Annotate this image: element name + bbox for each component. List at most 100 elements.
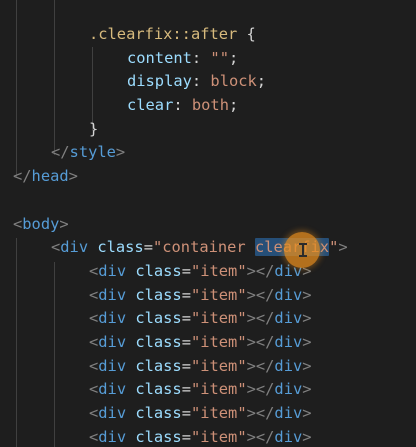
css-value: "": [210, 48, 229, 67]
tag-bracket: >: [302, 309, 312, 328]
code-line[interactable]: <div class="item"></div>: [0, 355, 416, 379]
tag-bracket: </: [255, 356, 275, 375]
tag-bracket: >: [59, 214, 69, 233]
attribute-name: class: [126, 427, 182, 446]
css-value: both: [191, 96, 229, 115]
tag-name: div: [274, 404, 303, 422]
attribute-value: "item": [190, 356, 247, 375]
code-line[interactable]: <div class="container clearfix">: [0, 236, 416, 260]
tag-bracket: </: [255, 380, 275, 399]
close-brace: }: [89, 119, 99, 138]
semicolon: ;: [228, 48, 239, 67]
quote: ": [329, 238, 339, 257]
tag-bracket: <: [89, 332, 99, 351]
tag-bracket: >: [338, 238, 348, 257]
tag-bracket: </: [255, 427, 275, 446]
code-line[interactable]: }: [0, 118, 416, 142]
attribute-name: class: [126, 380, 182, 399]
tag-bracket: >: [246, 380, 256, 399]
code-line[interactable]: <body>: [0, 213, 416, 237]
tag-bracket: >: [246, 332, 256, 351]
tag-bracket: >: [246, 309, 256, 328]
attribute-value: "item": [190, 285, 247, 304]
tag-bracket: <: [89, 356, 99, 375]
tag-bracket: <: [51, 238, 61, 257]
css-property: content: [127, 48, 192, 67]
tag-bracket: <: [13, 214, 23, 233]
tag-name: head: [31, 167, 69, 186]
tag-bracket: >: [246, 427, 256, 446]
attribute-value: "item": [190, 332, 247, 351]
code-line[interactable]: </head>: [0, 165, 416, 189]
text-cursor-icon: [299, 243, 307, 257]
equals-sign: =: [181, 285, 191, 304]
code-line[interactable]: .clearfix::after {: [0, 23, 416, 47]
tag-bracket: >: [115, 143, 126, 162]
tag-name: div: [274, 380, 303, 399]
code-line[interactable]: [0, 189, 416, 213]
tag-bracket: </: [255, 332, 275, 351]
code-line[interactable]: </style>: [0, 141, 416, 165]
tag-bracket: <: [89, 380, 99, 399]
code-line[interactable]: <div class="item"></div>: [0, 260, 416, 284]
code-line[interactable]: <div class="item"></div>: [0, 331, 416, 355]
tag-bracket: >: [246, 404, 256, 422]
tag-name: div: [98, 427, 127, 446]
attribute-value: "item": [190, 404, 247, 422]
selected-text[interactable]: clearfix: [254, 238, 330, 257]
tag-name: div: [98, 404, 127, 422]
css-pseudo-element: ::after: [172, 25, 238, 43]
attribute-value: "item": [190, 309, 247, 328]
tag-bracket: </: [255, 261, 275, 280]
tag-bracket: </: [51, 143, 70, 162]
quote: ": [152, 238, 163, 257]
code-line[interactable]: content: "";: [0, 47, 416, 71]
code-editor[interactable]: .clearfix::after { content: ""; display:…: [0, 0, 416, 447]
equals-sign: =: [143, 238, 153, 257]
tag-name: div: [274, 427, 303, 446]
equals-sign: =: [181, 427, 191, 446]
code-line[interactable]: display: block;: [0, 70, 416, 94]
tag-name: div: [274, 285, 303, 304]
tag-bracket: </: [255, 404, 275, 422]
tag-name: div: [274, 356, 303, 375]
attribute-name: class: [126, 261, 182, 280]
equals-sign: =: [181, 332, 191, 351]
attribute-value: container: [162, 238, 255, 257]
tag-name: div: [98, 285, 127, 304]
css-property: clear: [127, 96, 174, 115]
semicolon: ;: [228, 96, 239, 115]
code-line[interactable]: clear: both;: [0, 94, 416, 118]
colon: :: [191, 48, 211, 67]
code-line[interactable]: <div class="item"></div>: [0, 426, 416, 447]
tag-bracket: <: [89, 404, 99, 422]
code-line[interactable]: <div class="item"></div>: [0, 284, 416, 308]
css-property: display: [127, 72, 192, 91]
colon: :: [191, 72, 211, 91]
code-line[interactable]: <div class="item"></div>: [0, 378, 416, 402]
attribute-name: class: [126, 332, 182, 351]
code-line[interactable]: <div class="item"></div>: [0, 402, 416, 426]
tag-bracket: <: [89, 309, 99, 328]
css-selector: .clearfix: [89, 25, 173, 43]
equals-sign: =: [181, 404, 191, 422]
tag-bracket: >: [302, 261, 312, 280]
tag-bracket: >: [302, 427, 312, 446]
tag-name: div: [98, 356, 127, 375]
tag-bracket: <: [89, 261, 99, 280]
tag-bracket: >: [302, 404, 312, 422]
tag-bracket: >: [302, 380, 312, 399]
tag-name: div: [274, 332, 303, 351]
equals-sign: =: [181, 356, 191, 375]
tag-name: div: [274, 261, 303, 280]
equals-sign: =: [181, 261, 191, 280]
tag-name: div: [98, 380, 127, 399]
tag-bracket: >: [246, 261, 256, 280]
attribute-name: class: [126, 404, 182, 422]
code-line[interactable]: <div class="item"></div>: [0, 307, 416, 331]
tag-name: div: [98, 332, 127, 351]
tag-name: div: [60, 238, 89, 257]
tag-bracket: <: [89, 427, 99, 446]
tag-bracket: <: [89, 285, 99, 304]
tag-bracket: >: [302, 285, 312, 304]
